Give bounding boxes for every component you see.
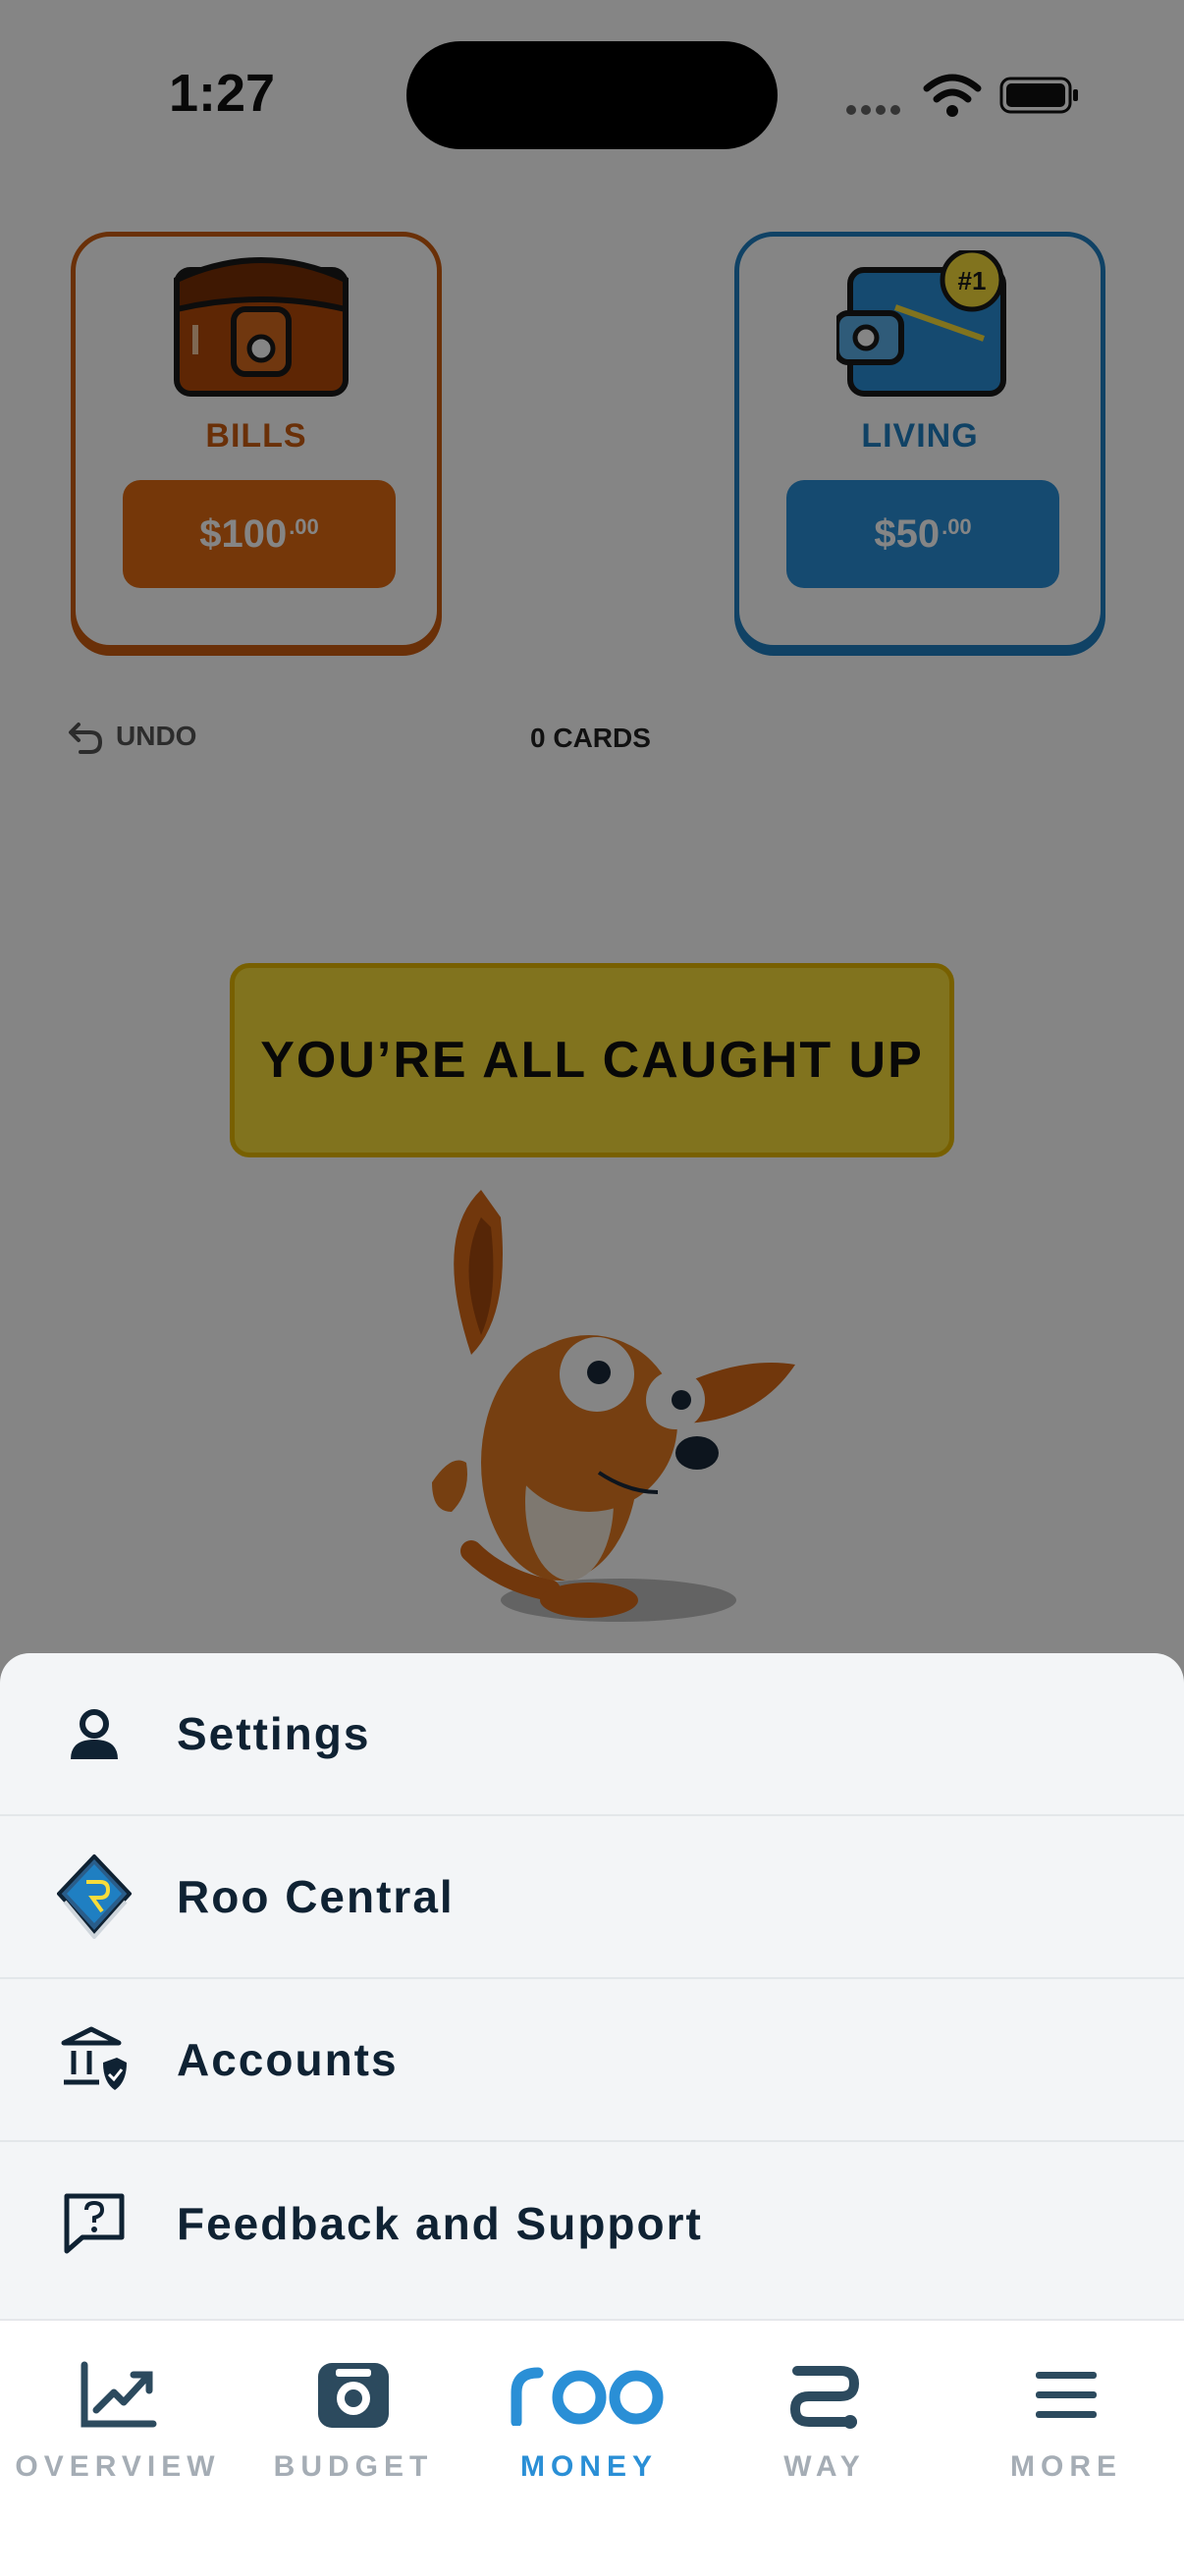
money-screen: 1:27 BILLS $100.00 #1 LIVING $50 .00 UND… [0, 0, 1184, 2576]
chart-up-icon [74, 2356, 162, 2435]
menu-item-roo-central[interactable]: Roo Central [0, 1816, 1184, 1979]
user-icon [57, 1696, 132, 1771]
bank-shield-icon [57, 2022, 132, 2097]
roo-logo-icon [511, 2356, 668, 2435]
question-chat-icon [57, 2186, 132, 2261]
camera-icon [309, 2356, 398, 2435]
tab-label: MORE [1010, 2450, 1122, 2483]
menu-item-settings[interactable]: Settings [0, 1653, 1184, 1816]
tab-label: MONEY [519, 2450, 658, 2483]
tab-way[interactable]: WAY [707, 2321, 942, 2517]
menu-item-feedback[interactable]: Feedback and Support [0, 2142, 1184, 2305]
tab-money[interactable]: MONEY [471, 2321, 707, 2517]
menu-item-label: Feedback and Support [177, 2198, 703, 2249]
more-menu-sheet: Settings Roo Central Accounts Feedback a… [0, 1653, 1184, 2319]
tab-budget[interactable]: BUDGET [236, 2321, 471, 2517]
tab-label: OVERVIEW [15, 2450, 221, 2483]
tab-label: WAY [783, 2450, 866, 2483]
menu-item-accounts[interactable]: Accounts [0, 1979, 1184, 2142]
route-icon [780, 2356, 869, 2435]
menu-item-label: Roo Central [177, 1871, 455, 1922]
menu-item-label: Settings [177, 1708, 371, 1759]
tab-bar: OVERVIEW BUDGET MONEY WAY MORE [0, 2319, 1184, 2576]
tab-overview[interactable]: OVERVIEW [0, 2321, 236, 2517]
menu-item-label: Accounts [177, 2034, 399, 2085]
roo-book-icon [57, 1854, 132, 1939]
menu-icon [1022, 2356, 1110, 2435]
tab-label: BUDGET [273, 2450, 434, 2483]
tab-more[interactable]: MORE [948, 2321, 1184, 2517]
